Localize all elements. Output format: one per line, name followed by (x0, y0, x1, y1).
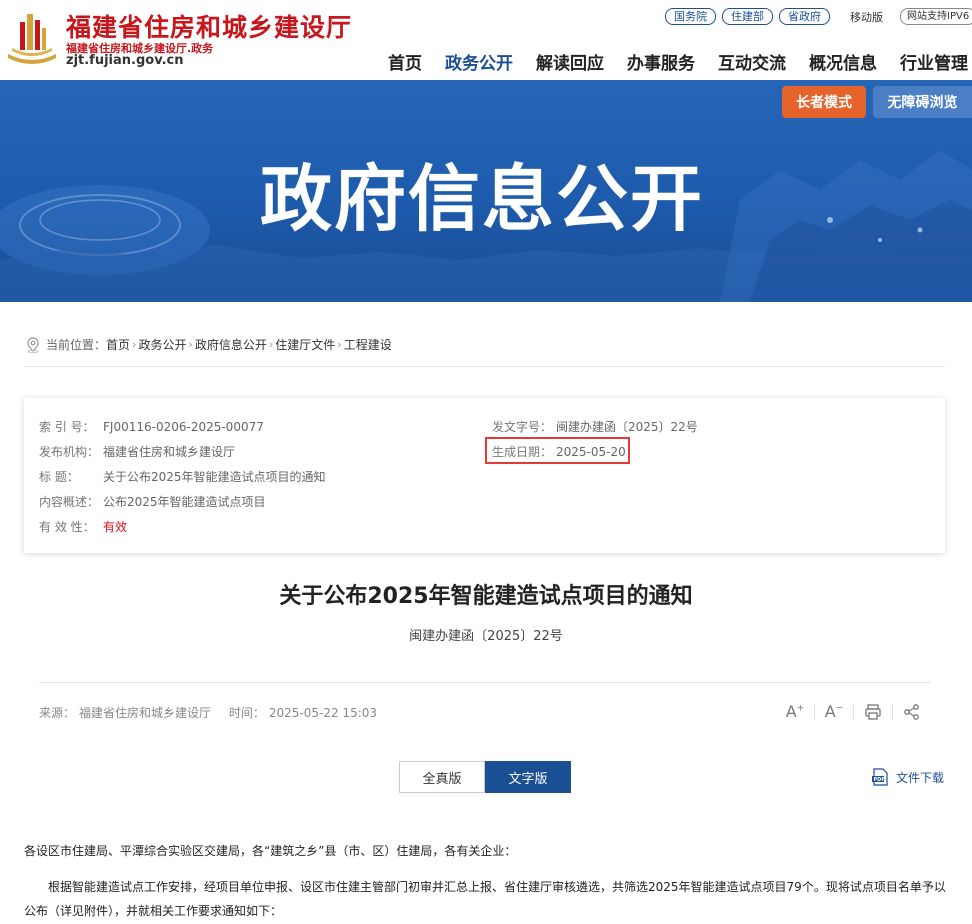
meta-docno-value: 闽建办建函〔2025〕22号 (556, 420, 698, 434)
ipv6-badge: 网站支持IPV6 (900, 8, 972, 25)
site-domain: zjt.fujian.gov.cn (66, 53, 184, 68)
divider (853, 704, 854, 719)
article-source-row: 来源： 福建省住房和城乡建设厅 时间： 2025-05-22 15:03 (39, 704, 381, 721)
link-state-council[interactable]: 国务院 (665, 8, 716, 25)
svg-text:PDF: PDF (874, 777, 885, 783)
main-nav: 首页 政务公开 解读回应 办事服务 互动交流 概况信息 行业管理 (388, 49, 972, 74)
tab-full-version[interactable]: 全真版 (399, 761, 485, 793)
elder-mode-button[interactable]: 长者模式 (782, 86, 866, 118)
site-title[interactable]: 福建省住房和城乡建设厅 (66, 8, 352, 44)
source-value: 福建省住房和城乡建设厅 (79, 706, 212, 720)
article-paragraph: 公布（详见附件），并就相关工作要求通知如下： (24, 904, 283, 918)
meta-summary-row: 内容概述： 公布2025年智能建造试点项目 (39, 493, 266, 510)
nav-home[interactable]: 首页 (388, 49, 422, 74)
font-increase-icon[interactable]: A+ (784, 702, 806, 721)
meta-validity-row: 有 效 性： 有效 (39, 518, 127, 535)
meta-index-value: FJ00116-0206-2025-00077 (103, 420, 264, 434)
breadcrumb: 当前位置： 首页 › 政务公开 › 政府信息公开 › 住建厅文件 › 工程建设 (26, 336, 392, 353)
font-decrease-icon[interactable]: A− (823, 702, 845, 721)
meta-index-label: 索 引 号： (39, 420, 95, 434)
chevron-right-icon: › (132, 338, 137, 351)
site-header: 福建省住房和城乡建设厅 福建省住房和城乡建设厅.政务 zjt.fujian.go… (0, 0, 972, 80)
article-tools: A+ A− (784, 702, 923, 721)
nav-gov-affairs[interactable]: 政务公开 (445, 49, 513, 74)
accessible-browse-button[interactable]: 无障碍浏览 (873, 86, 972, 118)
meta-summary-label: 内容概述： (39, 495, 100, 509)
meta-org-row: 发布机构： 福建省住房和城乡建设厅 (39, 443, 235, 460)
breadcrumb-info-disclosure[interactable]: 政府信息公开 (195, 336, 267, 353)
link-provincial-gov[interactable]: 省政府 (779, 8, 830, 25)
share-icon[interactable] (901, 703, 923, 721)
meta-title-label: 标 题： (39, 470, 79, 484)
nav-overview[interactable]: 概况信息 (809, 49, 877, 74)
meta-org-label: 发布机构： (39, 445, 100, 459)
breadcrumb-dept-files[interactable]: 住建厅文件 (275, 336, 335, 353)
location-icon (27, 336, 39, 353)
tab-text-version[interactable]: 文字版 (485, 761, 571, 793)
article-title: 关于公布2025年智能建造试点项目的通知 (279, 584, 693, 609)
banner-title: 政府信息公开 (260, 157, 705, 241)
file-download-label: 文件下载 (896, 770, 945, 785)
print-icon[interactable] (862, 703, 884, 721)
meta-title-row: 标 题： 关于公布2025年智能建造试点项目的通知 (39, 468, 326, 485)
top-links: 国务院 住建部 省政府 (665, 8, 830, 25)
mobile-version-link[interactable]: 移动版 (850, 9, 883, 25)
version-tabs: 全真版 文字版 (399, 761, 571, 793)
article-paragraph: 根据智能建造试点工作安排，经项目单位申报、设区市住建主管部门初审并汇总上报、省住… (48, 880, 946, 894)
meta-validity-value: 有效 (103, 520, 128, 534)
meta-index-row: 索 引 号： FJ00116-0206-2025-00077 (39, 418, 264, 435)
link-mohurd[interactable]: 住建部 (722, 8, 773, 25)
chevron-right-icon: › (188, 338, 193, 351)
nav-industry[interactable]: 行业管理 (900, 49, 968, 74)
breadcrumb-prefix: 当前位置： (46, 338, 107, 352)
divider (892, 704, 893, 719)
nav-services[interactable]: 办事服务 (627, 49, 695, 74)
chevron-right-icon: › (268, 338, 274, 351)
pdf-icon: PDF (872, 768, 888, 786)
nav-interaction[interactable]: 互动交流 (718, 49, 786, 74)
breadcrumb-home[interactable]: 首页 (106, 336, 130, 353)
meta-org-value: 福建省住房和城乡建设厅 (103, 445, 236, 459)
meta-docno-label: 发文字号： (492, 420, 553, 434)
divider (814, 704, 815, 719)
article-doc-number: 闽建办建函〔2025〕22号 (409, 629, 563, 644)
meta-docno-row: 发文字号： 闽建办建函〔2025〕22号 (492, 418, 698, 435)
banner: 政府信息公开 长者模式 无障碍浏览 (0, 80, 972, 302)
nav-interpretation[interactable]: 解读回应 (536, 49, 604, 74)
file-download-link[interactable]: PDF 文件下载 (872, 768, 944, 786)
source-label: 来源： (39, 706, 76, 720)
breadcrumb-engineering[interactable]: 工程建设 (344, 336, 392, 353)
meta-validity-label: 有 效 性： (39, 520, 95, 534)
breadcrumb-gov-affairs[interactable]: 政务公开 (138, 336, 186, 353)
chevron-right-icon: › (337, 338, 342, 351)
divider (39, 682, 930, 683)
meta-title-value: 关于公布2025年智能建造试点项目的通知 (103, 470, 326, 484)
time-value: 2025-05-22 15:03 (268, 706, 378, 720)
article-paragraph: 各设区市住建局、平潭综合实验区交建局，各“建筑之乡”县（市、区）住建局，各有关企… (24, 844, 517, 858)
date-highlight-box (485, 437, 630, 464)
logo-icon[interactable] (4, 8, 60, 68)
divider (24, 366, 945, 367)
meta-summary-value: 公布2025年智能建造试点项目 (103, 495, 266, 509)
time-label: 时间： (228, 706, 265, 720)
